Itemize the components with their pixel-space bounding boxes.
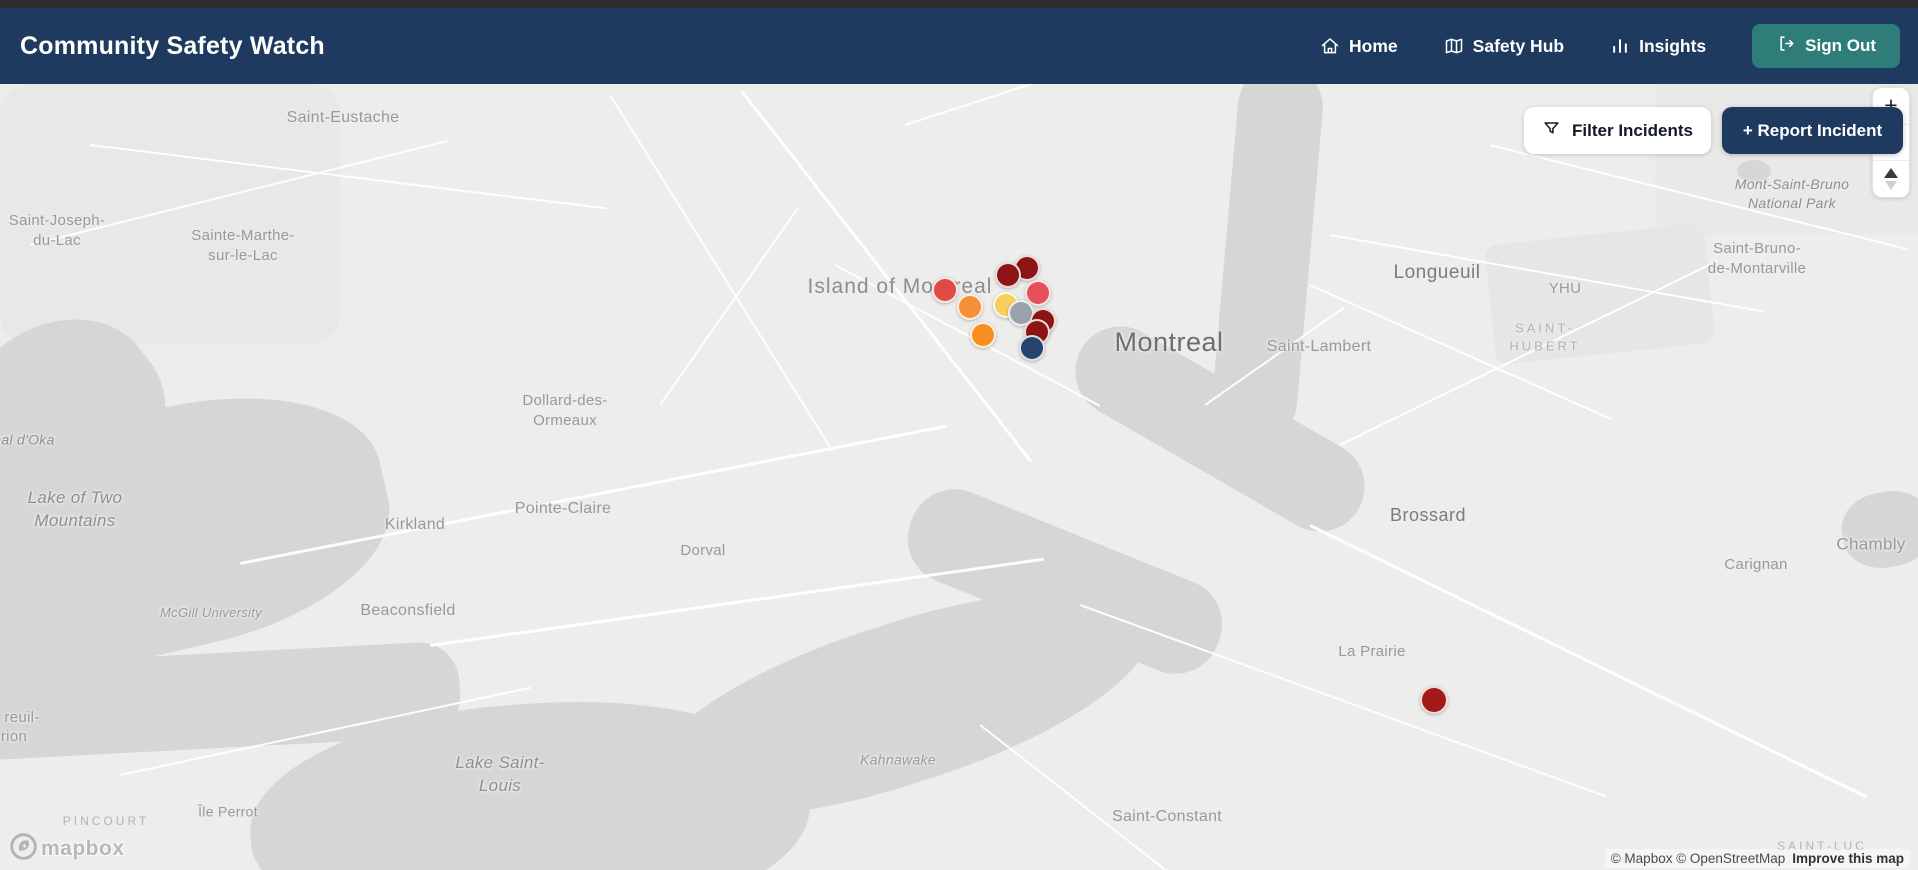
bar-chart-icon [1610, 36, 1630, 56]
map-label: Brossard [1389, 504, 1467, 525]
incident-marker[interactable] [1420, 686, 1448, 714]
improve-map-link[interactable]: Improve this map [1792, 851, 1904, 866]
app-title: Community Safety Watch [20, 31, 325, 60]
incident-marker[interactable] [970, 322, 996, 348]
map-annotations: Saint-Eustache Saint-Joseph- du-Lac Sainte… [0, 84, 1918, 870]
nav-item-label: Safety Hub [1472, 35, 1565, 56]
map-label: La Prairie [1338, 642, 1406, 660]
mapbox-logo-icon [10, 833, 37, 865]
incident-marker[interactable] [957, 294, 983, 320]
incident-marker[interactable] [932, 277, 958, 303]
map-label: Dollard-des- Ormeaux [522, 391, 608, 429]
attribution-links[interactable]: © Mapbox © OpenStreetMap [1611, 851, 1785, 866]
map-label: Île Perrot [198, 803, 258, 820]
nav-item-label: Home [1349, 35, 1398, 56]
nav-item-home[interactable]: Home [1320, 36, 1398, 57]
map-label: Saint-Constant [1111, 808, 1223, 826]
map-attribution: © Mapbox © OpenStreetMap Improve this ma… [1604, 849, 1910, 868]
map-label: rion [0, 727, 28, 745]
arrow-up-icon [1884, 168, 1898, 179]
map-label: reuil- [4, 708, 40, 726]
map-label: Dorval [680, 541, 726, 559]
map-canvas[interactable]: Saint-Eustache Saint-Joseph- du-Lac Sainte… [0, 84, 1918, 870]
top-strip [0, 0, 1918, 8]
map-label: Kirkland [384, 516, 446, 534]
map-label: Beaconsfield [360, 602, 456, 620]
map-label: Kahnawake [860, 751, 936, 768]
arrow-down-icon [1885, 181, 1897, 191]
app-header: Community Safety Watch Home Safety Hub I… [0, 8, 1918, 84]
map-label: Montreal [1114, 326, 1224, 357]
sign-out-icon [1776, 34, 1795, 58]
compass-button[interactable] [1873, 160, 1909, 197]
mapbox-wordmark: mapbox [41, 837, 125, 860]
home-icon [1320, 36, 1340, 56]
map-label: Saint-Joseph- du-Lac [8, 211, 106, 249]
nav-item-label: Insights [1639, 35, 1707, 56]
nav-item-safety-hub[interactable]: Safety Hub [1444, 36, 1564, 57]
map-label: SAINT- HUBERT [1509, 320, 1581, 353]
report-incident-button[interactable]: + Report Incident [1722, 107, 1903, 154]
report-incident-label: + Report Incident [1742, 120, 1883, 140]
map-label: Carignan [1724, 555, 1788, 573]
map-label: Saint-Eustache [286, 109, 400, 127]
map-label: Sainte-Marthe- sur-le-Lac [191, 226, 295, 264]
incident-marker[interactable] [995, 262, 1021, 288]
mapbox-logo[interactable]: mapbox [10, 833, 125, 865]
filter-icon [1542, 119, 1561, 143]
main-nav: Home Safety Hub Insights Sign Out [1320, 24, 1900, 68]
sign-out-button[interactable]: Sign Out [1752, 24, 1900, 68]
map-label: YHU [1548, 279, 1582, 297]
map-label: Mont-Saint-Bruno National Park [1734, 176, 1850, 211]
map-label: nal d'Oka [0, 431, 55, 448]
map-label: PINCOURT [62, 813, 150, 828]
map-label: Lake of Two Mountains [27, 488, 123, 530]
nav-item-insights[interactable]: Insights [1610, 36, 1706, 57]
map-label: Longueuil [1393, 262, 1481, 284]
map-icon [1444, 36, 1464, 56]
incident-marker[interactable] [1019, 335, 1045, 361]
map-label: Saint-Lambert [1266, 338, 1372, 356]
map-label: Lake Saint- Louis [455, 753, 545, 795]
filter-incidents-button[interactable]: Filter Incidents [1524, 107, 1711, 154]
map-label: Pointe-Claire [514, 500, 612, 518]
sign-out-label: Sign Out [1805, 36, 1876, 55]
map-label: Saint-Bruno- de-Montarville [1707, 239, 1807, 277]
map-label: McGill University [160, 605, 262, 621]
filter-incidents-label: Filter Incidents [1572, 120, 1693, 140]
map-label: Chambly [1836, 534, 1906, 554]
